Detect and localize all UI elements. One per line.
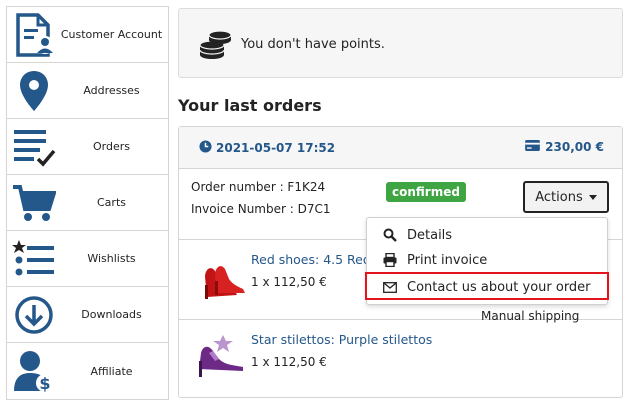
- clock-icon: [199, 140, 212, 156]
- wishlist-icon: [11, 236, 57, 282]
- actions-label: Actions: [535, 189, 583, 205]
- orders-list-icon: [11, 124, 57, 170]
- download-icon: [11, 292, 57, 338]
- sidebar-item-label: Addresses: [83, 84, 140, 97]
- product-image-red-shoes[interactable]: [193, 247, 249, 303]
- affiliate-icon: $: [11, 348, 57, 394]
- cart-icon: [11, 180, 57, 226]
- sidebar-item-label: Downloads: [81, 308, 142, 321]
- chevron-down-icon: [588, 194, 597, 200]
- sidebar-item-label: Orders: [93, 140, 130, 153]
- sidebar-item-addresses[interactable]: Addresses: [7, 63, 168, 119]
- map-pin-icon: [11, 68, 57, 114]
- highlight-box: [365, 272, 609, 300]
- menu-item-details[interactable]: Details: [367, 223, 607, 247]
- search-icon: [375, 228, 405, 242]
- sidebar-item-downloads[interactable]: Downloads: [7, 287, 168, 343]
- product-link[interactable]: Star stilettos: Purple stilettos: [251, 332, 432, 347]
- credit-card-icon: [525, 140, 540, 154]
- orders-heading: Your last orders: [178, 96, 322, 115]
- sidebar-item-orders[interactable]: Orders: [7, 119, 168, 175]
- order-header: 2021-05-07 17:52 230,00 €: [179, 127, 622, 169]
- svg-text:$: $: [39, 374, 50, 393]
- order-date-text: 2021-05-07 17:52: [216, 141, 336, 155]
- printer-icon: [375, 253, 405, 267]
- actions-button[interactable]: Actions: [523, 181, 609, 213]
- sidebar-item-label: Affiliate: [90, 364, 133, 378]
- product-quantity-price: 1 x 112,50 €: [251, 275, 327, 289]
- points-message: You don't have points.: [241, 37, 385, 52]
- points-info-box: You don't have points.: [178, 8, 623, 78]
- product-link[interactable]: Red shoes: 4.5 Red: [251, 252, 371, 267]
- product-image-star-stilettos[interactable]: [193, 325, 249, 381]
- sidebar-item-label: Customer Account: [60, 28, 163, 41]
- sidebar-item-wishlists[interactable]: Wishlists: [7, 231, 168, 287]
- sidebar-item-label: Wishlists: [87, 252, 136, 265]
- menu-item-print-invoice[interactable]: Print invoice: [367, 248, 607, 272]
- shipping-method: Manual shipping: [481, 309, 580, 323]
- sidebar-item-label: Carts: [97, 196, 126, 209]
- order-number: Order number : F1K24: [191, 180, 326, 194]
- menu-item-label: Print invoice: [407, 252, 488, 268]
- invoice-number: Invoice Number : D7C1: [191, 202, 331, 216]
- sidebar-item-customer-account[interactable]: Customer Account: [7, 7, 168, 63]
- sidebar-item-carts[interactable]: Carts: [7, 175, 168, 231]
- coins-icon: [199, 29, 233, 65]
- menu-item-label: Details: [407, 227, 453, 243]
- sidebar-item-affiliate[interactable]: $ Affiliate: [7, 343, 168, 399]
- product-quantity-price: 1 x 112,50 €: [251, 355, 327, 369]
- account-sidebar: Customer Account Addresses Orders Carts …: [6, 6, 169, 400]
- order-total-text: 230,00 €: [545, 140, 604, 154]
- customer-account-icon: [11, 12, 57, 58]
- status-badge: confirmed: [386, 182, 466, 202]
- order-total: 230,00 €: [525, 140, 604, 154]
- order-date: 2021-05-07 17:52: [199, 140, 335, 156]
